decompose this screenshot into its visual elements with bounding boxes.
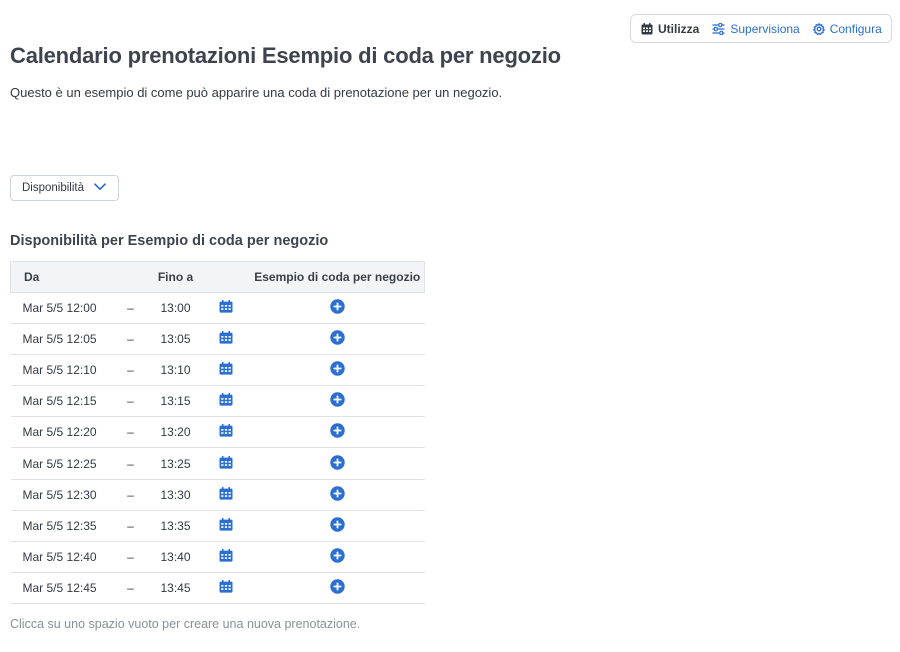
calendar-icon[interactable] xyxy=(219,548,233,565)
table-row[interactable]: Mar 5/5 12:25 – 13:25 xyxy=(10,448,425,480)
slot-to: 13:20 xyxy=(160,425,191,440)
nav-configura[interactable]: Configura xyxy=(812,21,882,36)
slot-to: 13:40 xyxy=(160,549,191,564)
slot-separator: – xyxy=(127,456,134,471)
table-row[interactable]: Mar 5/5 12:10 – 13:10 xyxy=(10,355,425,386)
slot-to: 13:45 xyxy=(160,580,191,595)
table-row[interactable]: Mar 5/5 12:00 – 13:00 xyxy=(10,293,425,324)
nav-utilizza-label: Utilizza xyxy=(658,21,700,36)
slot-from: Mar 5/5 12:45 xyxy=(22,580,97,595)
slot-from: Mar 5/5 12:35 xyxy=(22,518,97,533)
slot-from: Mar 5/5 12:10 xyxy=(22,363,97,378)
availability-table: Da Fino a Esempio di coda per negozio Ma… xyxy=(10,261,425,604)
availability-dropdown-label: Disponibilità xyxy=(22,182,85,194)
chevron-down-icon xyxy=(94,182,106,194)
table-row[interactable]: Mar 5/5 12:45 – 13:45 xyxy=(10,572,425,604)
add-booking-icon[interactable] xyxy=(330,579,345,597)
column-from: Da xyxy=(10,261,151,293)
column-blank xyxy=(200,261,251,293)
create-booking-hint: Clicca su uno spazio vuoto per creare un… xyxy=(10,617,361,631)
add-booking-icon[interactable] xyxy=(330,548,345,566)
slot-from: Mar 5/5 12:25 xyxy=(22,456,97,471)
slot-to: 13:25 xyxy=(160,456,191,471)
availability-title: Disponibilità per Esempio di coda per ne… xyxy=(10,233,329,249)
slot-from: Mar 5/5 12:00 xyxy=(22,301,97,316)
nav-utilizza[interactable]: Utilizza xyxy=(641,22,699,36)
calendar-icon[interactable] xyxy=(219,331,233,347)
slot-separator: – xyxy=(127,425,134,440)
slot-separator: – xyxy=(127,549,134,564)
table-row[interactable]: Mar 5/5 12:30 – 13:30 xyxy=(10,479,425,511)
slot-to: 13:05 xyxy=(160,332,191,347)
calendar-icon[interactable] xyxy=(219,455,233,472)
add-booking-icon[interactable] xyxy=(330,299,345,317)
calendar-icon[interactable] xyxy=(219,579,233,596)
nav-supervisiona[interactable]: Supervisiona xyxy=(712,21,800,36)
slot-separator: – xyxy=(127,487,134,502)
table-row[interactable]: Mar 5/5 12:20 – 13:20 xyxy=(10,417,425,448)
slot-separator: – xyxy=(127,394,134,409)
slot-from: Mar 5/5 12:15 xyxy=(22,394,97,409)
add-booking-icon[interactable] xyxy=(330,392,345,410)
slot-separator: – xyxy=(127,363,134,378)
slot-from: Mar 5/5 12:20 xyxy=(22,425,97,440)
calendar-icon xyxy=(641,22,653,35)
calendar-icon[interactable] xyxy=(219,393,233,409)
slot-from: Mar 5/5 12:30 xyxy=(22,487,97,502)
page-title: Calendario prenotazioni Esempio di coda … xyxy=(10,43,561,68)
table-row[interactable]: Mar 5/5 12:05 – 13:05 xyxy=(10,324,425,355)
add-booking-icon[interactable] xyxy=(330,485,345,504)
table-row[interactable]: Mar 5/5 12:15 – 13:15 xyxy=(10,386,425,417)
table-header-row: Da Fino a Esempio di coda per negozio xyxy=(10,261,425,293)
slot-separator: – xyxy=(127,580,134,595)
slot-to: 13:35 xyxy=(160,518,191,533)
slot-to: 13:00 xyxy=(160,301,191,316)
add-booking-icon[interactable] xyxy=(330,454,345,473)
add-booking-icon[interactable] xyxy=(330,330,345,348)
slot-from: Mar 5/5 12:40 xyxy=(22,549,97,564)
slot-from: Mar 5/5 12:05 xyxy=(22,332,97,347)
page-description: Questo è un esempio di come può apparire… xyxy=(10,85,503,100)
add-booking-icon[interactable] xyxy=(330,361,345,379)
table-row[interactable]: Mar 5/5 12:40 – 13:40 xyxy=(10,541,425,573)
sliders-icon xyxy=(712,22,725,35)
calendar-icon[interactable] xyxy=(219,517,233,534)
availability-dropdown[interactable]: Disponibilità xyxy=(10,175,119,201)
calendar-icon[interactable] xyxy=(219,362,233,378)
column-to: Fino a xyxy=(150,261,201,293)
nav-configura-label: Configura xyxy=(829,21,882,36)
calendar-icon[interactable] xyxy=(219,300,233,316)
add-booking-icon[interactable] xyxy=(330,517,345,535)
calendar-icon[interactable] xyxy=(219,424,233,440)
add-booking-icon[interactable] xyxy=(330,423,345,441)
table-row[interactable]: Mar 5/5 12:35 – 13:35 xyxy=(10,510,425,542)
slot-to: 13:10 xyxy=(160,363,191,378)
gear-icon xyxy=(812,22,825,35)
slot-separator: – xyxy=(127,518,134,533)
availability-table-body: Mar 5/5 12:00 – 13:00 Mar 5/5 12:05 – 13… xyxy=(10,293,425,604)
slot-separator: – xyxy=(127,332,134,347)
slot-to: 13:15 xyxy=(160,394,191,409)
calendar-icon[interactable] xyxy=(219,486,233,503)
slot-separator: – xyxy=(127,301,134,316)
column-queue: Esempio di coda per negozio xyxy=(250,261,425,293)
mode-nav: Utilizza Supervisiona Configura xyxy=(630,14,892,43)
nav-supervisiona-label: Supervisiona xyxy=(730,21,800,36)
slot-to: 13:30 xyxy=(160,487,191,502)
